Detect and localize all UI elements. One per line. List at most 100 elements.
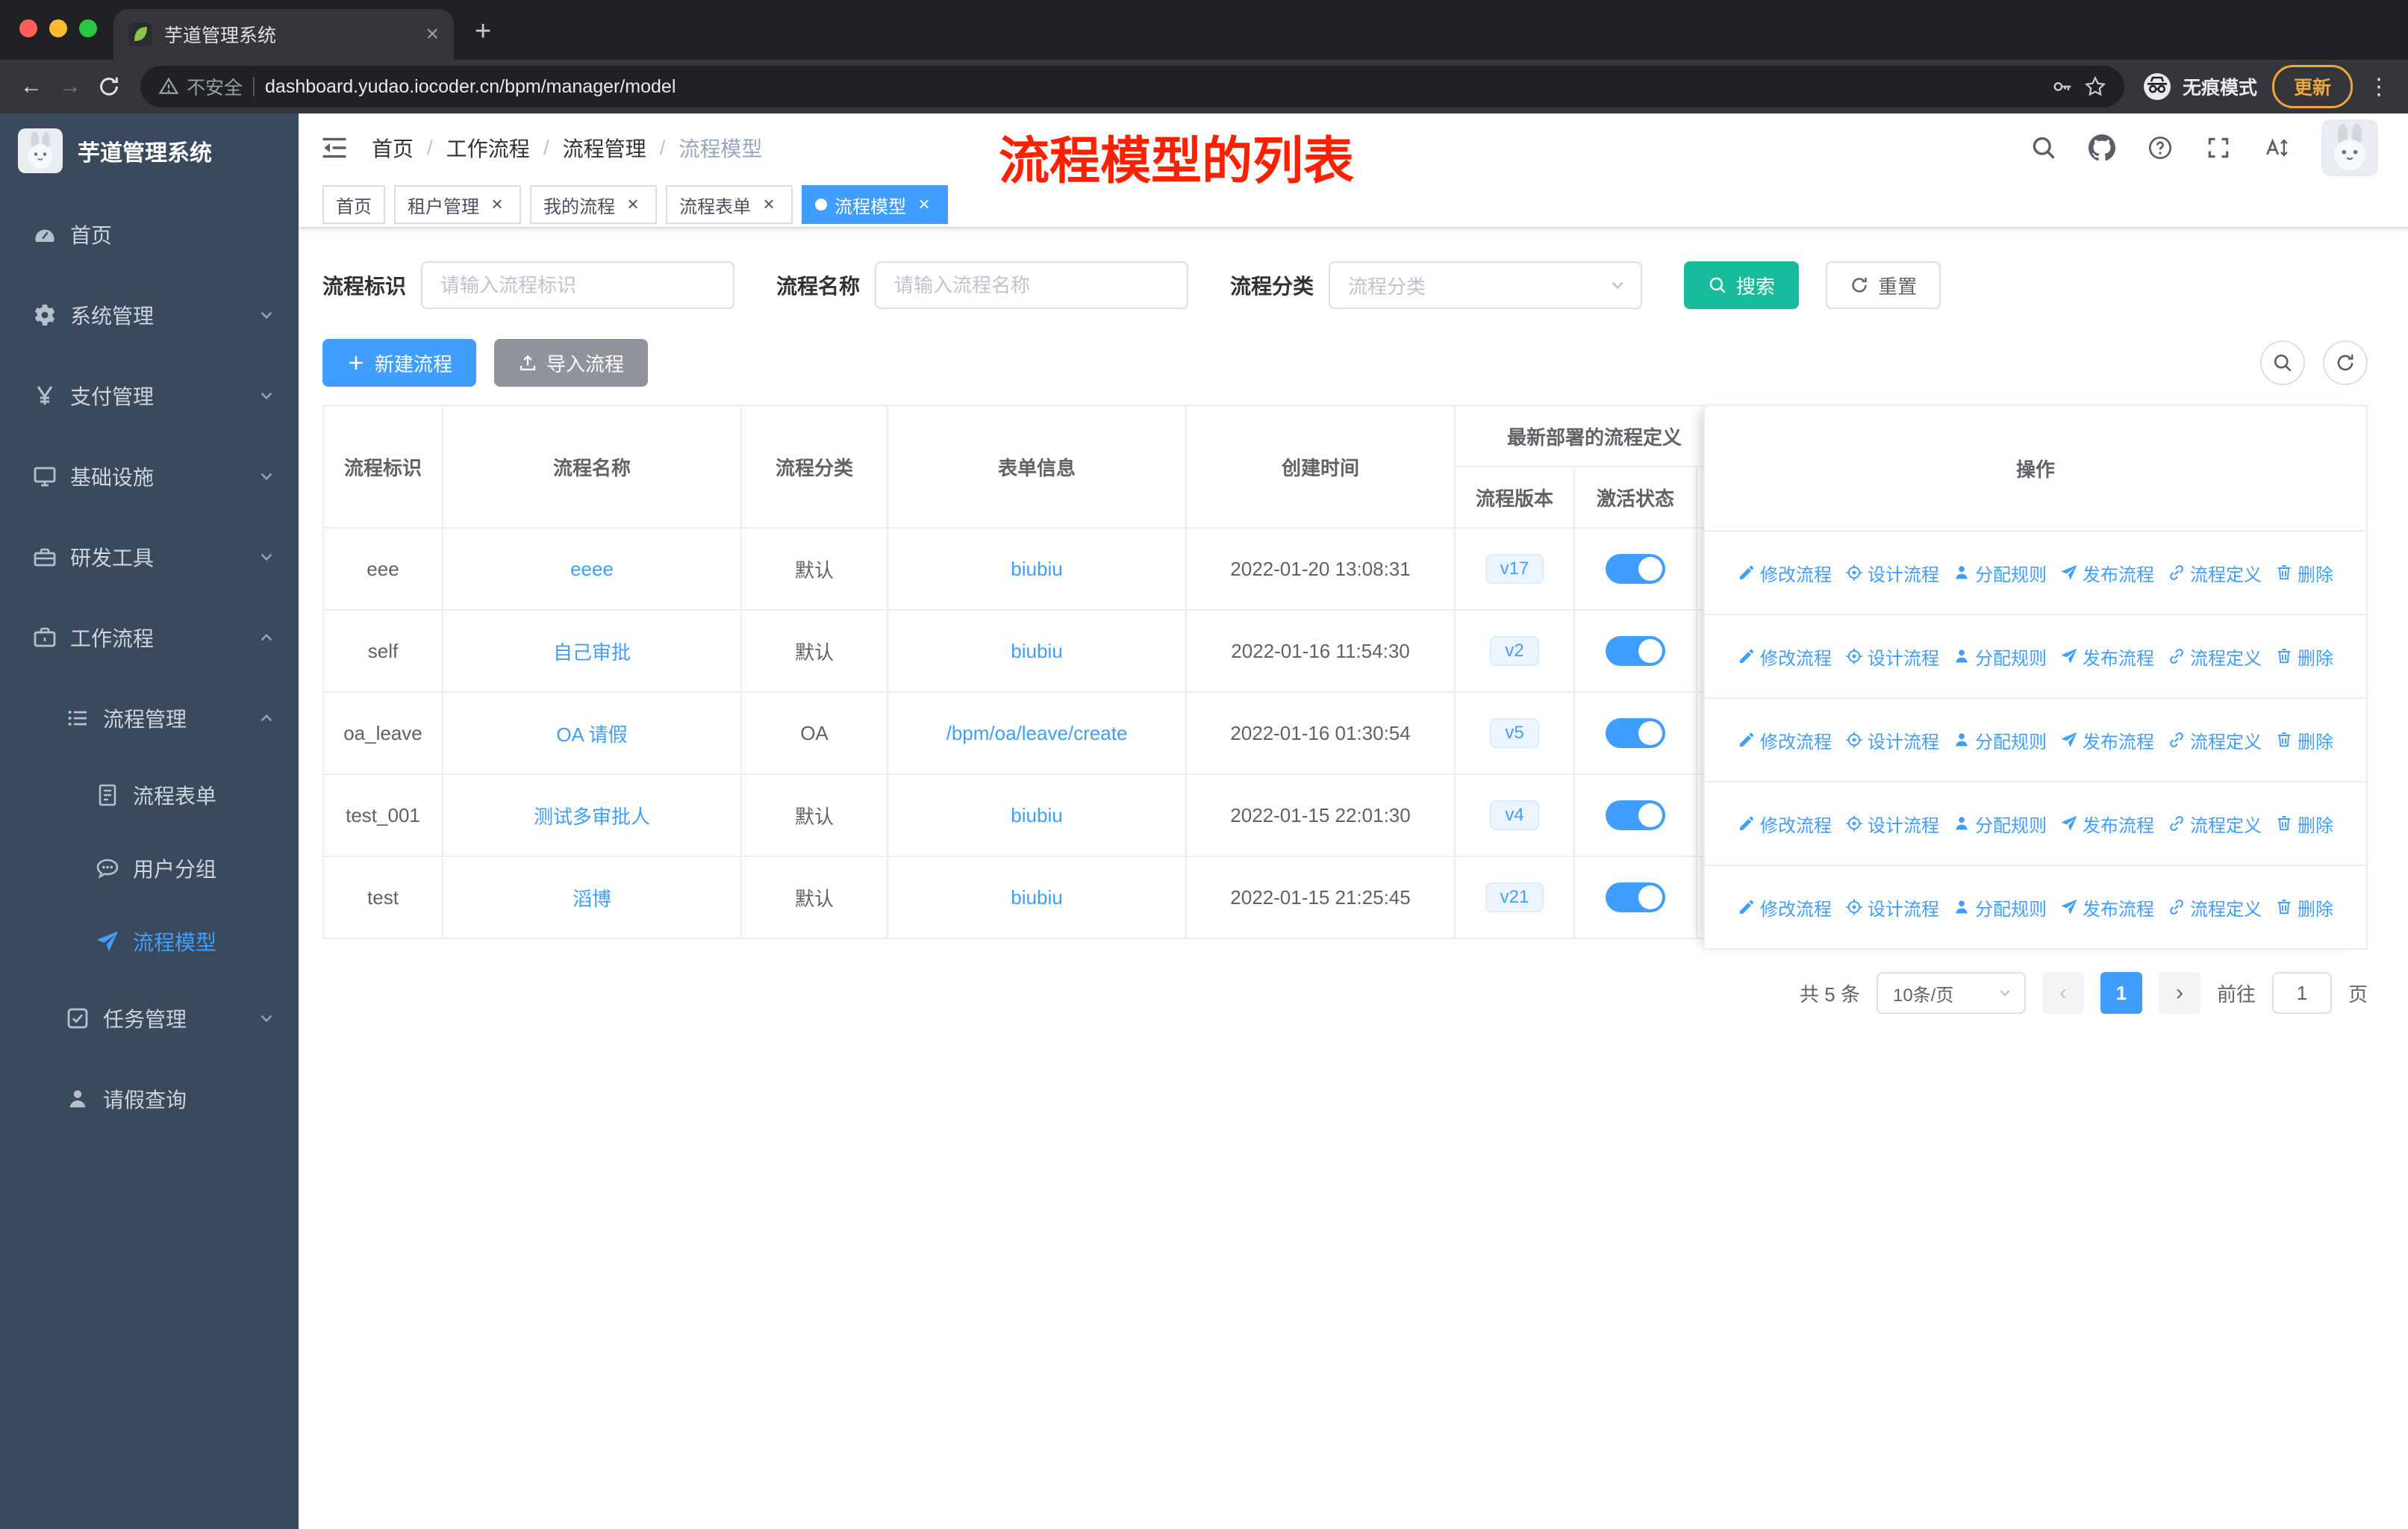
op-definition[interactable]: 流程定义 — [2168, 894, 2262, 921]
search-circle-button[interactable] — [2260, 340, 2305, 385]
back-button[interactable]: ← — [12, 67, 51, 106]
op-modify[interactable]: 修改流程 — [1738, 560, 1832, 586]
op-publish[interactable]: 发布流程 — [2060, 560, 2154, 586]
process-name-link[interactable]: eeee — [570, 558, 614, 580]
sidebar-item-system[interactable]: 系统管理 — [0, 275, 299, 355]
search-icon[interactable] — [2030, 134, 2057, 161]
op-assign[interactable]: 分配规则 — [1953, 894, 2047, 921]
form-link[interactable]: /bpm/oa/leave/create — [946, 722, 1128, 744]
minimize-window-button[interactable] — [49, 19, 67, 37]
process-name-link[interactable]: 测试多审批人 — [534, 806, 650, 828]
op-design[interactable]: 设计流程 — [1845, 894, 1939, 921]
breadcrumb-workflow[interactable]: 工作流程 — [446, 133, 530, 163]
op-assign[interactable]: 分配规则 — [1953, 727, 2047, 753]
prev-page-button[interactable]: ‹ — [2042, 972, 2084, 1014]
close-icon[interactable]: × — [758, 194, 779, 215]
op-delete[interactable]: 删除 — [2275, 894, 2333, 921]
op-publish[interactable]: 发布流程 — [2060, 727, 2154, 753]
sidebar-item-task-mgmt[interactable]: 任务管理 — [0, 978, 299, 1059]
forward-button[interactable]: → — [51, 67, 90, 106]
reset-button[interactable]: 重置 — [1826, 261, 1941, 309]
op-delete[interactable]: 删除 — [2275, 727, 2333, 753]
op-publish[interactable]: 发布流程 — [2060, 894, 2154, 921]
site-security[interactable]: 不安全 — [158, 73, 243, 100]
current-page-button[interactable]: 1 — [2100, 972, 2142, 1014]
question-icon[interactable] — [2147, 134, 2174, 161]
op-definition[interactable]: 流程定义 — [2168, 727, 2262, 753]
sidebar-item-process-mgmt[interactable]: 流程管理 — [0, 678, 299, 759]
search-button[interactable]: 搜索 — [1684, 261, 1800, 309]
close-window-button[interactable] — [19, 19, 37, 37]
op-modify[interactable]: 修改流程 — [1738, 894, 1832, 921]
close-icon[interactable]: × — [914, 194, 935, 215]
op-design[interactable]: 设计流程 — [1845, 727, 1939, 753]
tab-close-icon[interactable]: × — [425, 23, 439, 46]
sidebar-item-process-form[interactable]: 流程表单 — [0, 759, 299, 832]
op-publish[interactable]: 发布流程 — [2060, 811, 2154, 837]
op-delete[interactable]: 删除 — [2275, 644, 2333, 670]
op-publish[interactable]: 发布流程 — [2060, 644, 2154, 670]
sidebar-item-user-group[interactable]: 用户分组 — [0, 832, 299, 905]
github-icon[interactable] — [2089, 134, 2115, 161]
op-delete[interactable]: 删除 — [2275, 811, 2333, 837]
op-design[interactable]: 设计流程 — [1845, 644, 1939, 670]
close-icon[interactable]: × — [623, 194, 643, 215]
font-size-icon[interactable] — [2263, 134, 2290, 161]
op-design[interactable]: 设计流程 — [1845, 560, 1939, 586]
next-page-button[interactable]: › — [2158, 972, 2200, 1014]
op-design[interactable]: 设计流程 — [1845, 811, 1939, 837]
sidebar-logo[interactable]: 芋道管理系统 — [0, 113, 299, 188]
op-delete[interactable]: 删除 — [2275, 560, 2333, 586]
form-link[interactable]: biubiu — [1011, 804, 1062, 826]
fullscreen-icon[interactable] — [2205, 134, 2232, 161]
tag-process-model[interactable]: 流程模型 × — [802, 185, 948, 224]
op-modify[interactable]: 修改流程 — [1738, 644, 1832, 670]
import-process-button[interactable]: 导入流程 — [494, 339, 649, 387]
tag-process-form[interactable]: 流程表单 × — [666, 185, 793, 224]
active-switch[interactable] — [1606, 554, 1665, 584]
op-assign[interactable]: 分配规则 — [1953, 811, 2047, 837]
browser-update-button[interactable]: 更新 — [2271, 65, 2353, 108]
op-assign[interactable]: 分配规则 — [1953, 644, 2047, 670]
bookmark-star-icon[interactable] — [2084, 75, 2106, 98]
process-key-input[interactable] — [421, 261, 735, 309]
browser-menu-icon[interactable]: ⋮ — [2368, 74, 2390, 100]
sidebar-item-workflow[interactable]: 工作流程 — [0, 597, 299, 678]
breadcrumb-home[interactable]: 首页 — [372, 133, 414, 163]
sidebar-item-infra[interactable]: 基础设施 — [0, 436, 299, 517]
category-select[interactable]: 流程分类 — [1329, 261, 1643, 309]
tag-my-process[interactable]: 我的流程 × — [530, 185, 657, 224]
process-name-link[interactable]: OA 请假 — [556, 723, 627, 746]
op-definition[interactable]: 流程定义 — [2168, 811, 2262, 837]
goto-page-input[interactable] — [2271, 972, 2332, 1014]
op-modify[interactable]: 修改流程 — [1738, 727, 1832, 753]
active-switch[interactable] — [1606, 718, 1665, 748]
refresh-circle-button[interactable] — [2323, 340, 2368, 385]
close-icon[interactable]: × — [487, 194, 508, 215]
sidebar-item-devtools[interactable]: 研发工具 — [0, 517, 299, 597]
create-process-button[interactable]: 新建流程 — [322, 339, 477, 387]
password-key-icon[interactable] — [2051, 75, 2074, 98]
sidebar-item-payment[interactable]: 支付管理 — [0, 355, 299, 436]
form-link[interactable]: biubiu — [1011, 886, 1062, 909]
sidebar-item-home[interactable]: 首页 — [0, 194, 299, 275]
form-link[interactable]: biubiu — [1011, 558, 1062, 580]
address-bar[interactable]: 不安全 dashboard.yudao.iocoder.cn/bpm/manag… — [140, 66, 2124, 108]
process-name-link[interactable]: 滔博 — [573, 888, 611, 910]
breadcrumb-process-mgmt[interactable]: 流程管理 — [563, 133, 646, 163]
process-name-link[interactable]: 自己审批 — [553, 641, 631, 664]
active-switch[interactable] — [1606, 882, 1665, 912]
op-definition[interactable]: 流程定义 — [2168, 560, 2262, 586]
sidebar-item-process-model[interactable]: 流程模型 — [0, 905, 299, 978]
op-definition[interactable]: 流程定义 — [2168, 644, 2262, 670]
form-link[interactable]: biubiu — [1011, 640, 1062, 662]
browser-tab[interactable]: 芋道管理系统 × — [113, 9, 454, 60]
active-switch[interactable] — [1606, 636, 1665, 666]
new-tab-button[interactable]: + — [475, 16, 491, 48]
maximize-window-button[interactable] — [79, 19, 97, 37]
tag-tenant[interactable]: 租户管理 × — [394, 185, 521, 224]
collapse-sidebar-icon[interactable] — [319, 133, 349, 163]
op-assign[interactable]: 分配规则 — [1953, 560, 2047, 586]
reload-button[interactable] — [90, 67, 128, 106]
sidebar-item-leave-query[interactable]: 请假查询 — [0, 1059, 299, 1139]
